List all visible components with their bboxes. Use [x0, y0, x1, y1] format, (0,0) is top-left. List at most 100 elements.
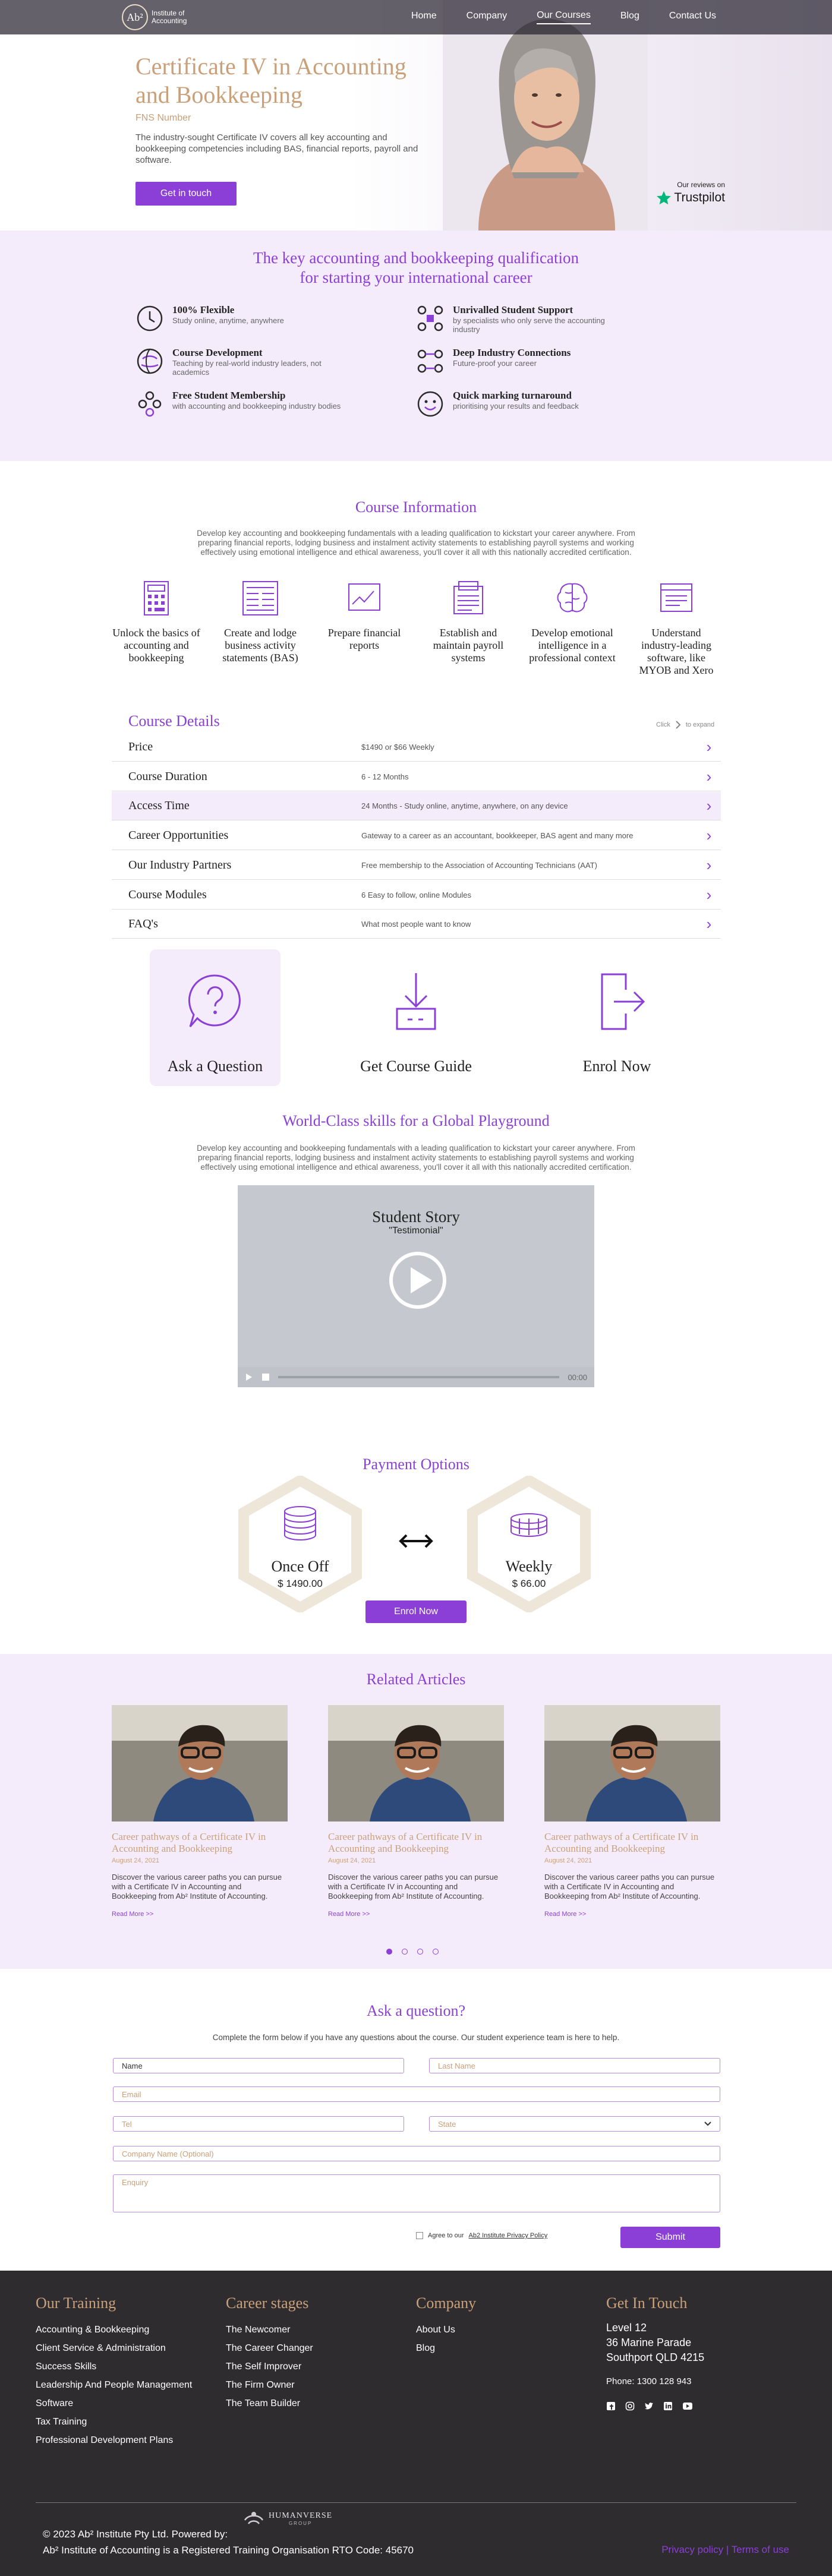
get-course-guide-card[interactable]: Get Course Guide [351, 949, 481, 1086]
nav-contact-us[interactable]: Contact Us [669, 11, 716, 24]
nav-our-courses[interactable]: Our Courses [537, 10, 591, 24]
enrol-now-button[interactable]: Enrol Now [365, 1600, 467, 1623]
download-icon [396, 973, 436, 1030]
course-info-financial-reports: Prepare financial reports [320, 580, 409, 652]
copyright: © 2023 Ab² Institute Pty Ltd. Powered by… [43, 2528, 414, 2556]
smiley-icon [417, 391, 443, 417]
course-info-basics: Unlock the basics of accounting and book… [112, 580, 201, 664]
play-small-icon[interactable] [245, 1373, 253, 1381]
tel-field[interactable]: Tel [113, 2116, 404, 2132]
hero-course-code: FNS Number [135, 113, 191, 123]
logo-line-2: Accounting [152, 17, 187, 25]
privacy-policy-link[interactable]: Ab2 Institute Privacy Policy [469, 2232, 548, 2239]
details-row-price[interactable]: Price $1490 or $66 Weekly › [112, 733, 721, 762]
legal-links[interactable]: Privacy policy | Terms of use [661, 2544, 789, 2556]
carousel-dot[interactable] [402, 1949, 408, 1955]
details-row-industry-partners[interactable]: Our Industry Partners Free membership to … [112, 851, 721, 880]
last-name-field[interactable]: Last Name [429, 2058, 720, 2073]
enquiry-textarea[interactable]: Enquiry [113, 2174, 720, 2212]
footer-link[interactable]: The Team Builder [226, 2394, 313, 2413]
footer-link[interactable]: The Newcomer [226, 2321, 313, 2339]
article-card[interactable]: Career pathways of a Certificate IV in A… [328, 1705, 504, 1918]
footer-link[interactable]: Success Skills [36, 2357, 192, 2376]
footer-link[interactable]: Professional Development Plans [36, 2431, 192, 2449]
youtube-icon[interactable] [682, 2401, 693, 2411]
footer-link[interactable]: Tax Training [36, 2413, 192, 2431]
article-card[interactable]: Career pathways of a Certificate IV in A… [544, 1705, 720, 1918]
form-desc: Complete the form below if you have any … [212, 2033, 620, 2042]
carousel-dot[interactable] [433, 1949, 439, 1955]
state-select[interactable]: State [429, 2116, 720, 2132]
nav-company[interactable]: Company [467, 11, 507, 24]
details-row-career-opportunities[interactable]: Career Opportunities Gateway to a career … [112, 822, 721, 850]
details-row-duration[interactable]: Course Duration 6 - 12 Months › [112, 763, 721, 791]
course-info-software: Understand industry-leading software, li… [632, 580, 721, 677]
article-image [328, 1705, 504, 1821]
ask-question-form-section: Ask a question? Complete the form below … [0, 1969, 832, 2271]
payroll-icon [453, 581, 483, 614]
chevron-right-icon: › [706, 738, 712, 756]
linkedin-icon[interactable] [663, 2401, 673, 2411]
details-row-access-time[interactable]: Access Time 24 Months - Study online, any… [112, 792, 721, 820]
carousel-dot[interactable] [386, 1949, 392, 1955]
world-class-title: World-Class skills for a Global Playgrou… [282, 1112, 550, 1129]
facebook-icon[interactable] [606, 2401, 616, 2411]
once-off-option[interactable]: Once Off $ 1490.00 [238, 1476, 363, 1612]
trustpilot-badge[interactable]: Our reviews on Trustpilot [648, 181, 725, 206]
read-more-link[interactable]: Read More >> [544, 1911, 720, 1918]
carousel-dot[interactable] [417, 1949, 423, 1955]
hero-intro: The industry-sought Certificate IV cover… [135, 132, 418, 165]
feature-quick-marking: Quick marking turnaround prioritising you… [416, 390, 630, 418]
play-icon[interactable] [388, 1251, 447, 1310]
footer-link[interactable]: The Self Improver [226, 2357, 313, 2376]
details-row-course-modules[interactable]: Course Modules 6 Easy to follow, online M… [112, 881, 721, 910]
feature-flexible: 100% Flexible Study online, anytime, anyw… [135, 304, 349, 333]
course-information-section: Course Information Develop key accountin… [0, 461, 832, 1416]
footer-phone[interactable]: Phone: 1300 128 943 [606, 2372, 704, 2391]
footer-link[interactable]: Accounting & Bookkeeping [36, 2321, 192, 2339]
name-field[interactable]: Name [113, 2058, 404, 2073]
payment-options-section: Payment Options Once Off $ 1490.00 Weekl… [0, 1416, 832, 1654]
humanverse-logo[interactable]: HUMANVERSE GROUP [244, 2509, 332, 2527]
instagram-icon[interactable] [625, 2401, 635, 2411]
footer-link[interactable]: Leadership And People Management [36, 2376, 192, 2394]
twitter-icon[interactable] [644, 2401, 654, 2411]
footer-link[interactable]: Blog [416, 2339, 476, 2357]
company-name-field[interactable]: Company Name (Optional) [113, 2146, 720, 2161]
read-more-link[interactable]: Read More >> [112, 1911, 288, 1918]
coins-row-icon [510, 1513, 547, 1538]
footer-link[interactable]: About Us [416, 2321, 476, 2339]
support-network-icon [417, 305, 443, 332]
video-title: Student Story [372, 1208, 460, 1226]
course-info-emotional-intelligence: Develop emotional intelligence in a prof… [528, 580, 617, 664]
form-title: Ask a question? [366, 2002, 466, 2019]
ask-a-question-card[interactable]: Ask a Question [150, 949, 281, 1086]
nav-home[interactable]: Home [411, 11, 437, 24]
nav-blog[interactable]: Blog [620, 11, 639, 24]
email-field[interactable]: Email [113, 2086, 720, 2102]
details-row-faqs[interactable]: FAQ's What most people want to know › [112, 910, 721, 939]
site-logo[interactable]: Ab² Institute of Accounting [122, 4, 187, 30]
video-controls: 00:00 [238, 1367, 594, 1387]
hero-portrait-image [443, 0, 648, 231]
stop-icon[interactable] [261, 1373, 270, 1381]
weekly-option[interactable]: Weekly $ 66.00 [467, 1476, 591, 1612]
footer-link[interactable]: The Firm Owner [226, 2376, 313, 2394]
read-more-link[interactable]: Read More >> [328, 1911, 504, 1918]
feature-course-development: Course Development Teaching by real-world… [135, 347, 349, 377]
article-card[interactable]: Career pathways of a Certificate IV in A… [112, 1705, 288, 1918]
submit-button[interactable]: Submit [620, 2227, 720, 2248]
get-in-touch-button[interactable]: Get in touch [135, 182, 237, 206]
footer-link[interactable]: Client Service & Administration [36, 2339, 192, 2357]
features-section: The key accounting and bookkeeping quali… [0, 231, 832, 461]
privacy-checkbox[interactable] [416, 2232, 423, 2239]
course-information-desc: Develop key accounting and bookkeeping f… [197, 529, 635, 557]
student-story-video[interactable]: Student Story "Testimonial" 00:00 [238, 1185, 594, 1387]
logo-mark: Ab² [122, 4, 148, 30]
clock-icon [137, 305, 163, 332]
chevron-right-icon [676, 721, 681, 729]
footer-link[interactable]: Software [36, 2394, 192, 2413]
footer-link[interactable]: The Career Changer [226, 2339, 313, 2357]
enrol-now-card[interactable]: Enrol Now [551, 949, 682, 1086]
video-progress-track[interactable] [278, 1376, 560, 1378]
